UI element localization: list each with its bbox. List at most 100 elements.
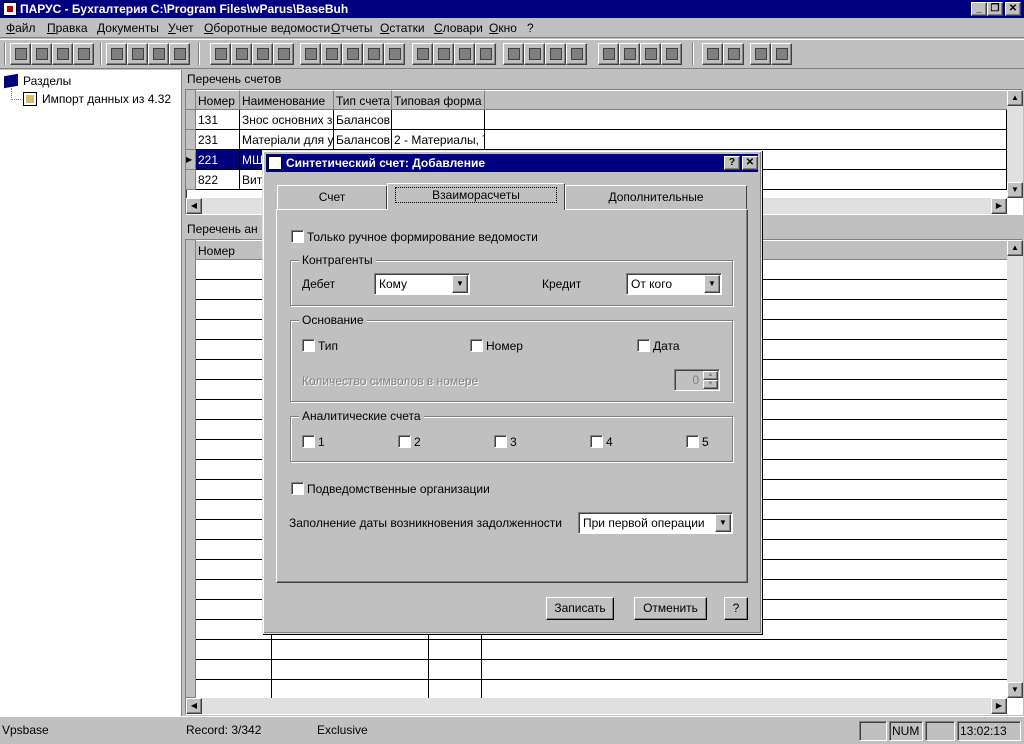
toolbar-button-icon[interactable] [252,43,273,65]
column-header-number[interactable]: Номер [196,240,272,260]
toolbar-button-icon[interactable] [723,43,744,65]
toolbar-button-icon[interactable] [661,43,682,65]
copy-record-icon[interactable] [31,43,52,65]
menu-file[interactable]: Файл [6,20,36,36]
spin-down-icon[interactable]: ▼ [703,380,718,389]
toolbar-button-icon[interactable] [475,43,496,65]
menu-balances[interactable]: Остатки [380,20,425,36]
basis-type-checkbox[interactable] [302,339,315,352]
table-cell-selected[interactable]: 221 [196,150,240,170]
basis-date-checkbox[interactable] [637,339,650,352]
toolbar-button-icon[interactable] [771,43,792,65]
menu-window[interactable]: Окно [489,20,517,36]
menu-reports[interactable]: Отчеты [331,20,373,36]
symbols-count-stepper[interactable]: 0 ▲ ▼ [674,369,720,391]
vertical-scrollbar[interactable]: ▲ ▼ [1007,240,1023,698]
toolbar-button-icon[interactable] [273,43,294,65]
vertical-scrollbar[interactable]: ▲ ▼ [1007,90,1023,198]
debit-select[interactable]: Кому ▼ [374,273,470,295]
table-cell[interactable]: 231 [196,130,240,150]
toolbar-button-icon[interactable] [342,43,363,65]
tree-item-import[interactable]: Импорт данных из 4.32 [42,91,171,107]
print-icon[interactable] [148,43,169,65]
menu-turnover[interactable]: Оборотные ведомости [204,20,330,36]
analytic-checkbox-2[interactable] [398,435,411,448]
dialog-close-button[interactable]: ✕ [742,156,758,170]
spin-up-icon[interactable]: ▲ [703,371,718,380]
toolbar-button-icon[interactable] [640,43,661,65]
scroll-down-icon[interactable]: ▼ [1007,182,1023,198]
toolbar-button-icon[interactable] [321,43,342,65]
restore-button[interactable]: ❐ [987,2,1003,16]
chevron-down-icon[interactable]: ▼ [452,275,468,293]
menu-edit[interactable]: Правка [47,20,88,36]
basis-number-checkbox[interactable] [470,339,483,352]
tree-root[interactable]: Разделы [23,73,71,89]
toolbar-button-icon[interactable] [454,43,475,65]
table-cell[interactable]: Балансов [334,110,392,130]
tab-account[interactable]: Счет [277,185,387,209]
toolbar-button-icon[interactable] [433,43,454,65]
edit-record-icon[interactable] [52,43,73,65]
analytic-checkbox-1[interactable] [302,435,315,448]
scroll-down-icon[interactable]: ▼ [1007,682,1023,698]
table-cell[interactable]: 131 [196,110,240,130]
help-button[interactable]: ? [724,597,748,620]
toolbar-button-icon[interactable] [363,43,384,65]
toolbar-button-icon[interactable] [702,43,723,65]
analytic-checkbox-5[interactable] [686,435,699,448]
toolbar-button-icon[interactable] [619,43,640,65]
find-icon[interactable] [127,43,148,65]
toolbar-button-icon[interactable] [300,43,321,65]
table-cell[interactable]: Знос основних з [240,110,334,130]
table-cell[interactable]: 2 - Материалы, Т [392,130,485,150]
scroll-left-icon[interactable]: ◀ [186,198,202,214]
menu-accounting[interactable]: Учет [168,20,194,36]
table-cell[interactable]: Балансов [334,130,392,150]
chevron-down-icon[interactable]: ▼ [704,275,720,293]
scroll-up-icon[interactable]: ▲ [1007,240,1023,256]
new-record-icon[interactable] [10,43,31,65]
toolbar-button-icon[interactable] [524,43,545,65]
toolbar-button-icon[interactable] [231,43,252,65]
toolbar-button-icon[interactable] [412,43,433,65]
toolbar-button-icon[interactable] [210,43,231,65]
subordinate-orgs-checkbox[interactable] [291,482,304,495]
toolbar-button-icon[interactable] [503,43,524,65]
column-header-form[interactable]: Типовая форма [392,90,485,110]
menu-dictionaries[interactable]: Словари [434,20,483,36]
menu-help[interactable]: ? [527,20,534,36]
filter-icon[interactable] [106,43,127,65]
toolbar-button-icon[interactable] [545,43,566,65]
refresh-icon[interactable] [169,43,190,65]
table-cell[interactable]: Матеріали для у [240,130,334,150]
menu-documents[interactable]: Документы [97,20,159,36]
table-cell[interactable] [392,110,485,130]
delete-record-icon[interactable] [73,43,94,65]
dialog-help-button[interactable]: ? [724,156,740,170]
scroll-right-icon[interactable]: ▶ [991,698,1007,714]
column-header-type[interactable]: Тип счета [334,90,392,110]
tab-additional[interactable]: Дополнительные [565,185,747,209]
folder-icon[interactable] [750,43,771,65]
debt-date-select[interactable]: При первой операции ▼ [578,512,733,534]
tab-settlements[interactable]: Взаиморасчеты [387,183,565,210]
close-button[interactable]: ✕ [1005,2,1021,16]
manual-only-checkbox[interactable] [291,230,304,243]
scroll-right-icon[interactable]: ▶ [991,198,1007,214]
scroll-left-icon[interactable]: ◀ [186,698,202,714]
toolbar-button-icon[interactable] [384,43,405,65]
horizontal-scrollbar[interactable]: ◀ ▶ [186,698,1007,714]
chevron-down-icon[interactable]: ▼ [715,514,731,532]
analytic-checkbox-3[interactable] [494,435,507,448]
credit-select[interactable]: От кого ▼ [626,273,722,295]
save-button[interactable]: Записать [546,597,614,620]
column-header-number[interactable]: Номер [196,90,240,110]
toolbar-button-icon[interactable] [566,43,587,65]
minimize-button[interactable]: _ [971,2,987,16]
cancel-button[interactable]: Отменить [634,597,707,620]
column-header-name[interactable]: Наименование [240,90,334,110]
table-cell[interactable]: 822 [196,170,240,190]
toolbar-button-icon[interactable] [598,43,619,65]
scroll-up-icon[interactable]: ▲ [1007,90,1023,106]
